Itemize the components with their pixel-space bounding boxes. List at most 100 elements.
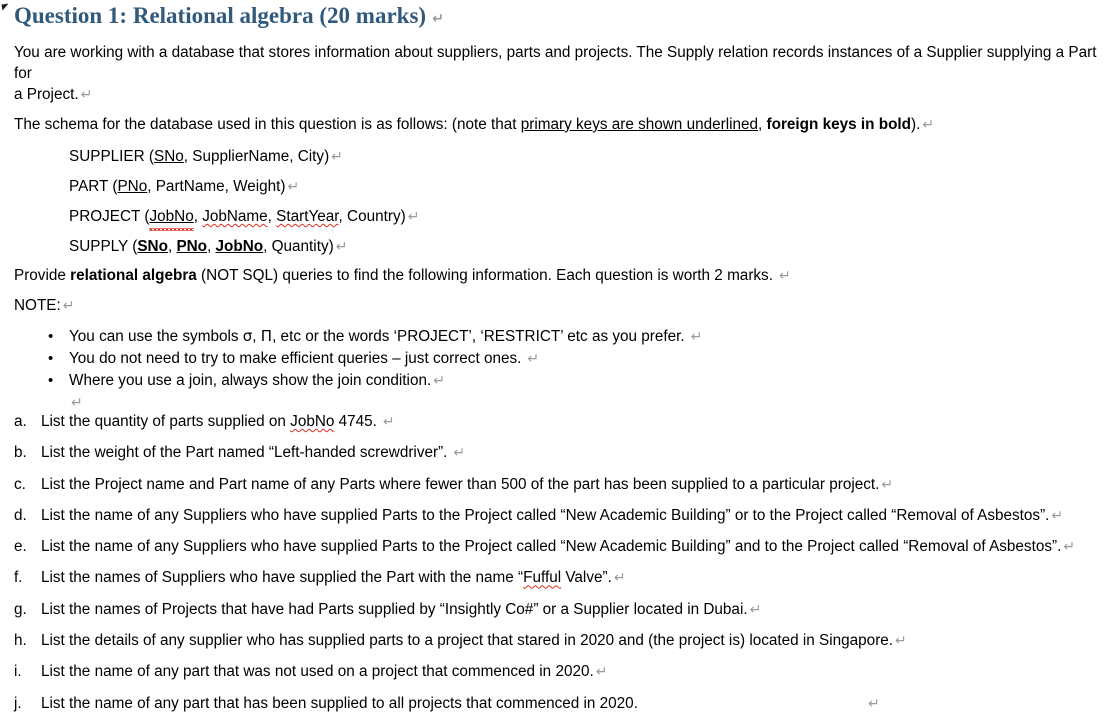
question-text: List the name of any part that has been … bbox=[41, 694, 638, 712]
paragraph-mark: ↵ bbox=[407, 209, 420, 225]
list-marker: h. bbox=[14, 632, 27, 650]
list-marker: i. bbox=[14, 663, 22, 681]
relation-name: SUPPLY bbox=[69, 238, 128, 255]
relation-attributes: , Quantity) bbox=[263, 238, 334, 255]
question-item-f: f. List the names of Suppliers who have s… bbox=[0, 567, 1115, 589]
primary-key: JobNo bbox=[149, 208, 194, 231]
sigma-symbol: σ bbox=[242, 327, 253, 345]
pi-symbol: Π bbox=[260, 327, 273, 345]
note-text-after: , etc or the words ‘PROJECT’, ‘RESTRICT’… bbox=[272, 328, 685, 345]
bullet-icon: • bbox=[48, 328, 54, 345]
provide-after: (NOT SQL) queries to find the following … bbox=[196, 267, 773, 284]
question-item-e: e. List the name of any Suppliers who hav… bbox=[0, 536, 1115, 558]
paragraph-mark: ↵ bbox=[613, 570, 626, 587]
note-bullet-item-1: • You can use the symbols σ, Π, etc or th… bbox=[0, 326, 1115, 348]
paragraph-mark: ↵ bbox=[881, 476, 894, 493]
foreign-key-1: SNo bbox=[137, 238, 168, 255]
note-bullet-item-2: • You do not need to try to make efficien… bbox=[0, 348, 1115, 370]
provide-paragraph: Provide relational algebra (NOT SQL) que… bbox=[0, 265, 1115, 287]
paragraph-mark: ↵ bbox=[527, 351, 540, 367]
paragraph-mark: ↵ bbox=[749, 601, 762, 618]
paragraph-mark: ↵ bbox=[778, 268, 791, 284]
bullet-icon: • bbox=[48, 372, 54, 389]
primary-key: SNo bbox=[154, 148, 184, 165]
paragraph-mark: ↵ bbox=[80, 87, 93, 103]
paragraph-mark: ↵ bbox=[287, 179, 300, 195]
provide-before: Provide bbox=[14, 267, 71, 284]
primary-key: PNo bbox=[117, 178, 148, 195]
schema-intro-bold: foreign keys in bold bbox=[766, 116, 912, 133]
note-bullet-list: • You can use the symbols σ, Π, etc or th… bbox=[0, 326, 1115, 411]
schema-line-supplier: SUPPLIER (SNo, SupplierName, City) ↵ bbox=[0, 146, 1115, 168]
schema-line-supply: SUPPLY (SNo, PNo, JobNo, Quantity) ↵ bbox=[0, 236, 1115, 258]
provide-bold: relational algebra bbox=[70, 267, 197, 284]
list-marker: d. bbox=[14, 506, 27, 524]
question-text-before: List the quantity of parts supplied on bbox=[41, 413, 291, 430]
schema-intro-before: The schema for the database used in this… bbox=[14, 116, 521, 133]
list-marker: g. bbox=[14, 600, 27, 618]
paragraph-mark: ↵ bbox=[453, 445, 466, 462]
note-text-between: , bbox=[252, 328, 261, 345]
question-item-h: h. List the details of any supplier who h… bbox=[0, 630, 1115, 652]
relation-name: SUPPLIER bbox=[69, 148, 145, 165]
question-text: List the details of any supplier who has… bbox=[41, 632, 894, 650]
schema-line-project: PROJECT (JobNo, JobName, StartYear, Coun… bbox=[0, 206, 1115, 231]
paragraph-mark: ↵ bbox=[1063, 539, 1076, 556]
question-item-a: a. List the quantity of parts supplied on… bbox=[0, 411, 1115, 433]
question-item-g: g. List the names of Projects that have h… bbox=[0, 599, 1115, 621]
relation-attr-sep-2: , bbox=[267, 208, 277, 225]
paragraph-mark: ↵ bbox=[1051, 507, 1064, 524]
list-marker: b. bbox=[14, 444, 27, 462]
schema-intro-after: ). bbox=[911, 116, 921, 133]
relation-attr-sep-1: , bbox=[193, 208, 203, 225]
page-title: Question 1: Relational algebra (20 marks… bbox=[0, 0, 1115, 33]
paragraph-mark: ↵ bbox=[335, 239, 348, 255]
question-text-before: List the names of Suppliers who have sup… bbox=[41, 569, 524, 587]
relation-attributes: , PartName, Weight) bbox=[147, 178, 286, 195]
paragraph-mark: ↵ bbox=[71, 395, 83, 411]
list-marker: j. bbox=[14, 694, 22, 712]
note-bullet-blank-line: ↵ bbox=[0, 392, 1115, 411]
outline-collapse-marker[interactable] bbox=[1, 3, 10, 11]
question-text-after: 4745. bbox=[334, 413, 377, 430]
question-text: List the weight of the Part named “Left-… bbox=[41, 444, 448, 462]
schema-line-part: PART (PNo, PartName, Weight) ↵ bbox=[0, 176, 1115, 198]
intro-line-1: You are working with a database that sto… bbox=[14, 44, 1097, 82]
question-item-d: d. List the name of any Suppliers who hav… bbox=[0, 505, 1115, 527]
page-title-text: Question 1: Relational algebra (20 marks… bbox=[14, 3, 427, 28]
relation-open-paren: ( bbox=[140, 208, 150, 225]
paragraph-mark: ↵ bbox=[895, 633, 907, 650]
list-marker: e. bbox=[14, 538, 27, 556]
intro-line-2: a Project. bbox=[14, 86, 79, 103]
intro-paragraph: You are working with a database that sto… bbox=[0, 42, 1115, 106]
relation-attributes: , SupplierName, City) bbox=[183, 148, 330, 165]
paragraph-mark: ↵ bbox=[382, 414, 395, 430]
question-text: List the Project name and Part name of a… bbox=[41, 475, 880, 493]
bullet-icon: • bbox=[48, 350, 54, 367]
list-marker: f. bbox=[14, 569, 23, 587]
relation-name: PART bbox=[69, 178, 109, 195]
misspelled-word: StartYear bbox=[276, 208, 339, 225]
relation-open-paren: ( bbox=[127, 238, 138, 255]
paragraph-mark: ↵ bbox=[433, 373, 445, 389]
misspelled-word: Fufful bbox=[523, 569, 562, 587]
question-list: a. List the quantity of parts supplied on… bbox=[0, 411, 1115, 715]
list-marker: c. bbox=[14, 475, 26, 493]
note-bullet-item-3: • Where you use a join, always show the j… bbox=[0, 370, 1115, 392]
document-page: Question 1: Relational algebra (20 marks… bbox=[0, 0, 1115, 712]
misspelled-word: JobNo bbox=[290, 413, 335, 430]
paragraph-mark: ↵ bbox=[432, 11, 444, 27]
schema-intro-middle: , bbox=[758, 116, 767, 133]
misspelled-word: JobName bbox=[202, 208, 268, 225]
paragraph-mark: ↵ bbox=[690, 329, 703, 345]
list-marker: a. bbox=[14, 413, 27, 430]
question-text: List the name of any Suppliers who have … bbox=[41, 538, 1062, 556]
question-text: List the name of any Suppliers who have … bbox=[41, 506, 1050, 524]
relation-attributes: , Country) bbox=[338, 208, 406, 225]
question-item-b: b. List the weight of the Part named “Lef… bbox=[0, 442, 1115, 464]
question-item-i: i. List the name of any part that was not… bbox=[0, 661, 1115, 683]
question-item-j: j. List the name of any part that has bee… bbox=[0, 693, 1115, 715]
paragraph-mark: ↵ bbox=[595, 664, 608, 681]
note-text: Where you use a join, always show the jo… bbox=[69, 372, 432, 389]
foreign-key-3: JobNo bbox=[215, 238, 264, 255]
